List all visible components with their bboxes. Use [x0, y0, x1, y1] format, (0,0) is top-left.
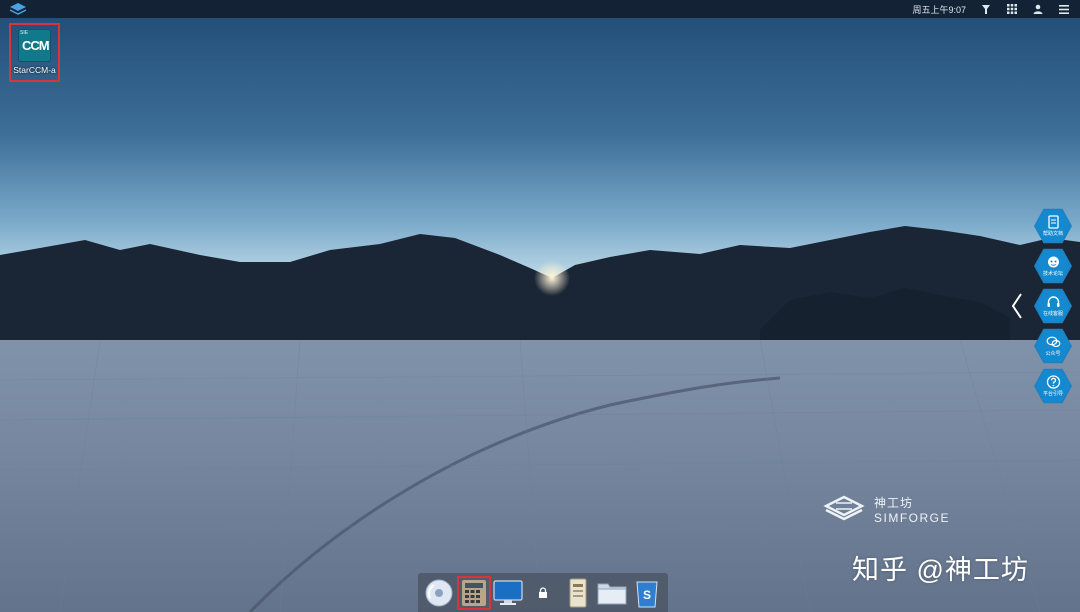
svg-text:S: S [643, 588, 651, 602]
dock: S [418, 573, 668, 612]
logo-icon[interactable] [9, 2, 27, 16]
headset-icon [1047, 296, 1059, 307]
side-panel: 帮助文档 技术论坛 在线客服 公众号 平台引导 [1034, 208, 1072, 404]
brand-logo: 神工坊 SIMFORGE [822, 494, 950, 525]
chevron-left-icon[interactable] [1010, 292, 1024, 320]
folder-icon [597, 583, 627, 604]
apps-grid-icon[interactable] [1006, 3, 1018, 15]
dock-item-storage[interactable]: S [631, 577, 663, 609]
brand-name-en: SIMFORGE [874, 511, 951, 525]
calculator-icon [461, 579, 486, 606]
dock-item-disc[interactable] [423, 577, 455, 609]
starccm-app-icon[interactable]: SIE CCM [18, 29, 51, 62]
dock-item-lock[interactable] [527, 577, 559, 609]
storage-icon: S [636, 581, 658, 607]
desktop-icon-starccm[interactable]: SIE CCM StarCCM-a [9, 23, 60, 82]
menu-icon[interactable] [1058, 3, 1070, 15]
side-item-forum[interactable]: 技术论坛 [1034, 248, 1072, 284]
notebook-icon [569, 578, 587, 607]
side-item-guide[interactable]: 平台引导 [1034, 368, 1072, 404]
dock-item-notebook[interactable] [562, 577, 594, 609]
simforge-logo-icon [823, 495, 865, 520]
forum-icon [1047, 256, 1059, 268]
side-item-wechat[interactable]: 公众号 [1034, 328, 1072, 364]
lock-icon [538, 586, 547, 598]
side-item-label: 公众号 [1045, 351, 1061, 357]
watermark-text: 知乎 @神工坊 [852, 555, 1029, 585]
clock[interactable]: 周五上午9:07 [912, 3, 966, 16]
dock-item-folder[interactable] [596, 577, 628, 609]
wechat-icon [1046, 336, 1060, 348]
desktop-icon-label[interactable]: StarCCM-a [13, 65, 56, 75]
dock-item-monitor[interactable] [492, 577, 524, 609]
brand-name-cn: 神工坊 [874, 496, 914, 510]
document-icon [1047, 215, 1059, 229]
side-item-help-docs[interactable]: 帮助文档 [1034, 208, 1072, 244]
brightness-icon[interactable] [980, 3, 992, 15]
top-bar: 周五上午9:07 [0, 0, 1080, 18]
dock-item-calculator[interactable] [456, 575, 491, 610]
side-item-label: 技术论坛 [1042, 271, 1063, 277]
side-item-label: 帮助文档 [1042, 231, 1063, 237]
tile-main-text: CCM [22, 38, 50, 53]
question-icon [1046, 375, 1060, 389]
user-icon[interactable] [1032, 3, 1044, 15]
monitor-icon [493, 579, 524, 605]
side-item-support[interactable]: 在线客服 [1034, 288, 1072, 324]
side-item-label: 在线客服 [1042, 311, 1063, 317]
tile-small-text: SIE [20, 30, 29, 36]
disc-icon [425, 579, 453, 606]
side-item-label: 平台引导 [1042, 391, 1063, 397]
